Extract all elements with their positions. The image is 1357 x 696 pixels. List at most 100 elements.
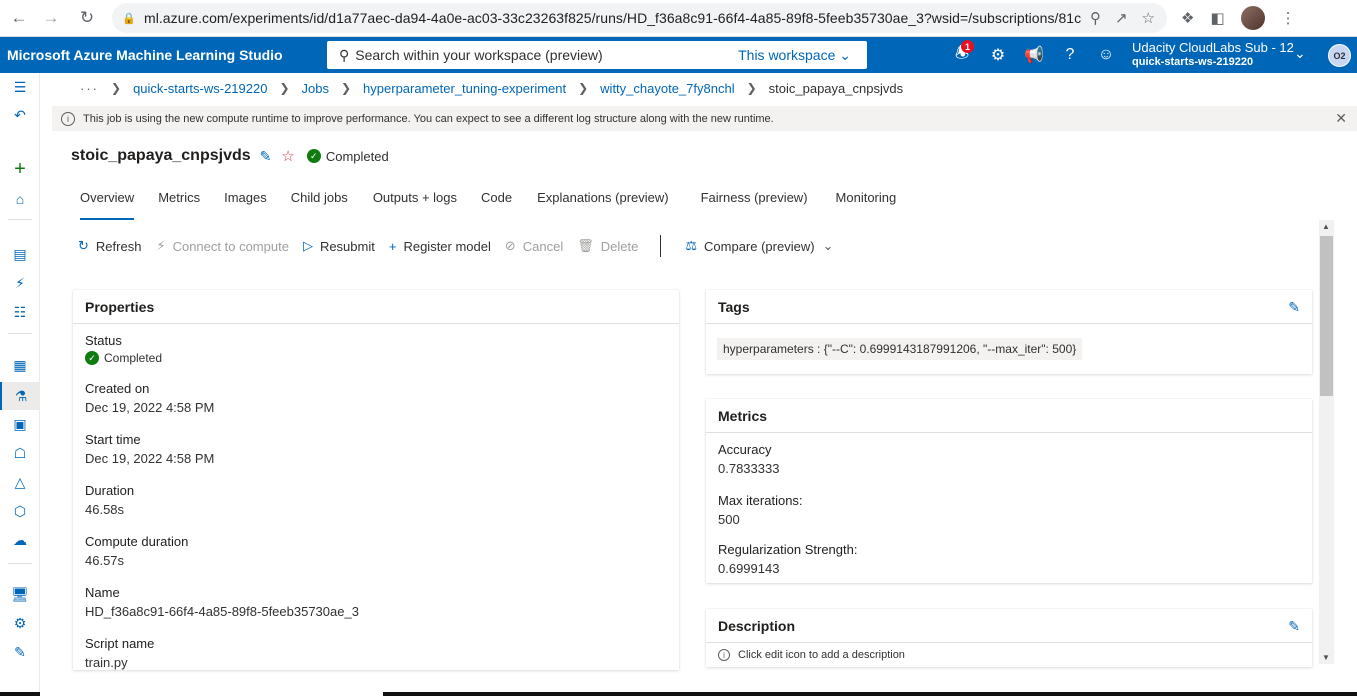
tab-outputs-logs[interactable]: Outputs + logs — [373, 186, 457, 216]
chevron-down-icon[interactable]: ⌄ — [1294, 45, 1306, 62]
browser-menu-icon[interactable]: ⋮ — [1281, 9, 1296, 27]
tab-child-jobs[interactable]: Child jobs — [291, 186, 348, 216]
name-label: Name — [85, 585, 120, 600]
home-icon[interactable]: ⌂ — [0, 185, 40, 213]
side-panel-icon[interactable]: ◧ — [1210, 9, 1224, 27]
rail-divider — [8, 563, 32, 564]
pipelines-icon[interactable]: ☖ — [0, 439, 40, 467]
automated-ml-icon[interactable]: ⚡ — [0, 269, 40, 297]
name-value: HD_f36a8c91-66f4-4a85-89f8-5feeb35730ae_… — [85, 604, 359, 619]
refresh-button[interactable]: ↻ Refresh — [78, 238, 141, 254]
script-name-property: Script name train.py — [73, 636, 679, 670]
resubmit-button[interactable]: ▷ Resubmit — [303, 238, 375, 254]
regularization-metric: Regularization Strength: 0.6999143 — [706, 542, 1312, 576]
duration-property: Duration 46.58s — [73, 483, 679, 517]
breadcrumb-current: stoic_papaya_cnpsjvds — [768, 80, 904, 96]
max-iterations-value: 500 — [718, 512, 740, 527]
cancel-button[interactable]: ⊘ Cancel — [505, 238, 563, 254]
accuracy-label: Accuracy — [718, 442, 772, 457]
search-scope-dropdown[interactable]: This workspace ⌄ — [738, 47, 851, 64]
delete-button[interactable]: 🗑 Delete — [577, 238, 638, 254]
address-bar[interactable]: 🔒 ml.azure.com/experiments/id/d1a77aec-d… — [112, 3, 1167, 33]
connect-to-compute-button[interactable]: ⚡ Connect to compute — [156, 238, 289, 254]
tab-images[interactable]: Images — [224, 186, 267, 216]
designer-icon[interactable]: ☷ — [0, 298, 40, 326]
subscription-name: Udacity CloudLabs Sub - 12 — [1132, 40, 1294, 55]
share-icon[interactable]: ↗ — [1115, 9, 1128, 27]
endpoints-cloud-icon[interactable]: ☁ — [0, 526, 40, 554]
account-info[interactable]: Udacity CloudLabs Sub - 12 quick-starts-… — [1132, 40, 1294, 70]
compare-button[interactable]: ⚖ Compare (preview) ⌄ — [685, 238, 833, 254]
create-new-plus-icon[interactable]: + — [0, 155, 40, 183]
workspace-name: quick-starts-ws-219220 — [1132, 56, 1254, 68]
scrollbar-thumb[interactable] — [1320, 236, 1333, 396]
rail-divider — [8, 219, 32, 220]
hamburger-menu-icon[interactable]: ☰ — [0, 73, 40, 101]
components-icon[interactable]: ▣ — [0, 410, 40, 438]
linked-services-icon[interactable]: ⚙ — [0, 609, 40, 637]
breadcrumb-overflow[interactable]: ··· — [80, 81, 99, 96]
jobs-flask-icon[interactable]: ⚗ — [0, 382, 40, 410]
tab-metrics[interactable]: Metrics — [158, 186, 200, 216]
tab-monitoring[interactable]: Monitoring — [836, 186, 897, 216]
extensions-icon[interactable]: ❖ — [1181, 9, 1194, 27]
page-scrollbar[interactable]: ▲ ▼ — [1319, 220, 1334, 664]
notebooks-icon[interactable]: ▤ — [0, 240, 40, 268]
edit-pencil-icon[interactable]: ✎ — [1288, 618, 1300, 635]
tags-card: Tags ✎ hyperparameters : {"--C": 0.69991… — [706, 290, 1312, 374]
favorite-star-icon[interactable]: ☆ — [281, 147, 294, 165]
tab-explanations[interactable]: Explanations (preview) — [537, 186, 669, 216]
info-icon: i — [61, 111, 75, 126]
max-iterations-metric: Max iterations: 500 — [706, 493, 1312, 527]
breadcrumb-experiment[interactable]: hyperparameter_tuning-experiment — [363, 81, 566, 96]
reload-icon[interactable]: ↻ — [76, 7, 98, 29]
runtime-info-banner: i This job is using the new compute runt… — [52, 106, 1357, 131]
tab-fairness[interactable]: Fairness (preview) — [701, 186, 808, 216]
data-labeling-icon[interactable]: ✎ — [0, 638, 40, 666]
created-value: Dec 19, 2022 4:58 PM — [85, 400, 215, 415]
workspace-search[interactable]: ⚲ Search within your workspace (preview)… — [327, 41, 867, 69]
breadcrumb-workspace[interactable]: quick-starts-ws-219220 — [133, 81, 267, 96]
back-arrow-icon[interactable]: ← — [8, 7, 30, 29]
smiley-feedback-icon[interactable]: ☺ — [1088, 37, 1124, 73]
tab-code[interactable]: Code — [481, 186, 512, 216]
search-input[interactable]: Search within your workspace (preview) — [355, 47, 738, 63]
settings-gear-icon[interactable]: ⚙ — [980, 37, 1016, 73]
scroll-down-arrow-icon[interactable]: ▼ — [1322, 653, 1330, 662]
info-icon: i — [718, 649, 730, 661]
edit-pencil-icon[interactable]: ✎ — [1288, 299, 1300, 316]
profile-avatar[interactable] — [1240, 6, 1265, 30]
close-icon[interactable]: ✕ — [1335, 110, 1347, 127]
register-model-button[interactable]: + Register model — [389, 239, 491, 254]
forward-arrow-icon[interactable]: → — [40, 7, 62, 29]
back-undo-icon[interactable]: ↶ — [0, 101, 40, 129]
feedback-megaphone-icon[interactable]: 📢 — [1016, 37, 1052, 73]
breadcrumb-jobs[interactable]: Jobs — [302, 81, 329, 96]
metrics-title: Metrics — [706, 399, 1312, 433]
script-name-label: Script name — [85, 636, 155, 651]
status-value: Completed — [104, 351, 163, 365]
plug-icon: ⚡ — [156, 238, 166, 253]
properties-title: Properties — [73, 290, 679, 324]
name-property: Name HD_f36a8c91-66f4-4a85-89f8-5feeb357… — [73, 585, 679, 619]
environments-icon[interactable]: △ — [0, 468, 40, 496]
zoom-icon[interactable]: ⚲ — [1090, 9, 1101, 27]
models-cube-icon[interactable]: ⬡ — [0, 497, 40, 525]
compute-monitor-icon[interactable]: 🖥 — [0, 580, 40, 608]
app-title[interactable]: Microsoft Azure Machine Learning Studio — [7, 47, 327, 63]
edit-pencil-icon[interactable]: ✎ — [260, 148, 272, 165]
taskbar-edge — [0, 692, 1357, 696]
description-title: Description — [718, 617, 796, 634]
search-icon: ⚲ — [339, 46, 350, 63]
job-tabs: Overview Metrics Images Child jobs Outpu… — [71, 186, 897, 220]
description-header: Description ✎ — [706, 609, 1312, 643]
user-avatar[interactable]: O2 — [1328, 44, 1351, 67]
tab-overview[interactable]: Overview — [80, 186, 135, 220]
help-icon[interactable]: ? — [1052, 37, 1088, 73]
breadcrumb: ··· ❯ quick-starts-ws-219220 ❯ Jobs ❯ hy… — [40, 73, 1357, 103]
notifications-bell-icon[interactable]: 🕭 1 — [944, 37, 980, 73]
data-icon[interactable]: ▦ — [0, 351, 40, 379]
scroll-up-arrow-icon[interactable]: ▲ — [1322, 222, 1330, 231]
bookmark-star-icon[interactable]: ☆ — [1142, 9, 1155, 27]
breadcrumb-parent-job[interactable]: witty_chayote_7fy8nchl — [600, 81, 734, 96]
